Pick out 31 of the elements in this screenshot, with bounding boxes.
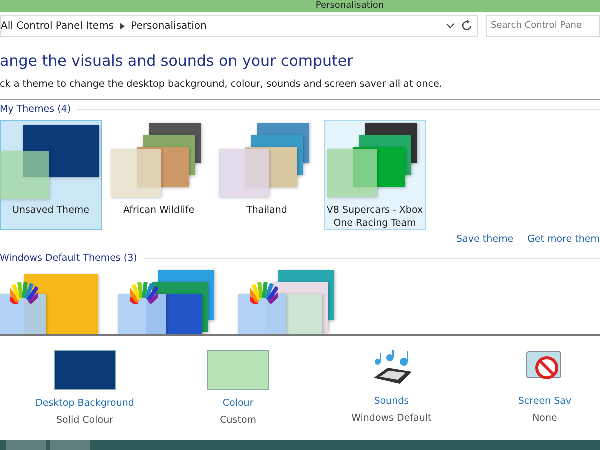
setting-link[interactable]: Desktop Background [36,398,134,409]
colour-palette-icon [10,280,38,304]
setting-value: None [532,413,558,424]
dropdown-chevron-icon[interactable] [446,23,455,29]
page-description: ck a theme to change the desktop background, colour, sounds and screen saver all at once. [0,79,444,90]
setting-value: Windows Default [352,413,432,424]
window-title: Personalisation [316,0,384,12]
search-field[interactable]: Search Control Pane [486,15,600,37]
page-heading: ange the visuals and sounds on your computer [0,52,354,70]
theme-link[interactable]: Save theme [456,234,514,245]
colour-palette-icon [130,280,158,304]
theme-tile[interactable]: Unsaved Theme [0,120,102,230]
theme-tile[interactable]: African Wildlife [108,120,210,230]
setting-value: Custom [220,415,257,426]
theme-tile[interactable]: Thailand [216,120,318,230]
breadcrumb[interactable]: Personalisation [131,20,207,32]
setting-value: Solid Colour [56,415,114,426]
setting-link[interactable]: Colour [222,398,254,409]
refresh-icon[interactable] [461,20,473,32]
group-title: Windows Default Themes (3) [0,253,138,264]
background-swatch[interactable] [54,350,116,390]
theme-tile[interactable]: V8 Supercars - Xbox One Racing Team [324,120,426,230]
breadcrumb[interactable]: All Control Panel Items [1,20,114,32]
breadcrumb-arrow-icon [120,22,126,30]
setting-link[interactable]: Screen Sav [518,396,572,407]
address-bar[interactable]: All Control Panel Items Personalisation [0,15,478,37]
colour-palette-icon [250,280,278,304]
theme-link[interactable]: Get more them [528,234,600,245]
group-title: My Themes (4) [0,104,72,115]
setting-link[interactable]: Sounds [374,396,410,407]
colour-swatch[interactable] [207,350,270,390]
